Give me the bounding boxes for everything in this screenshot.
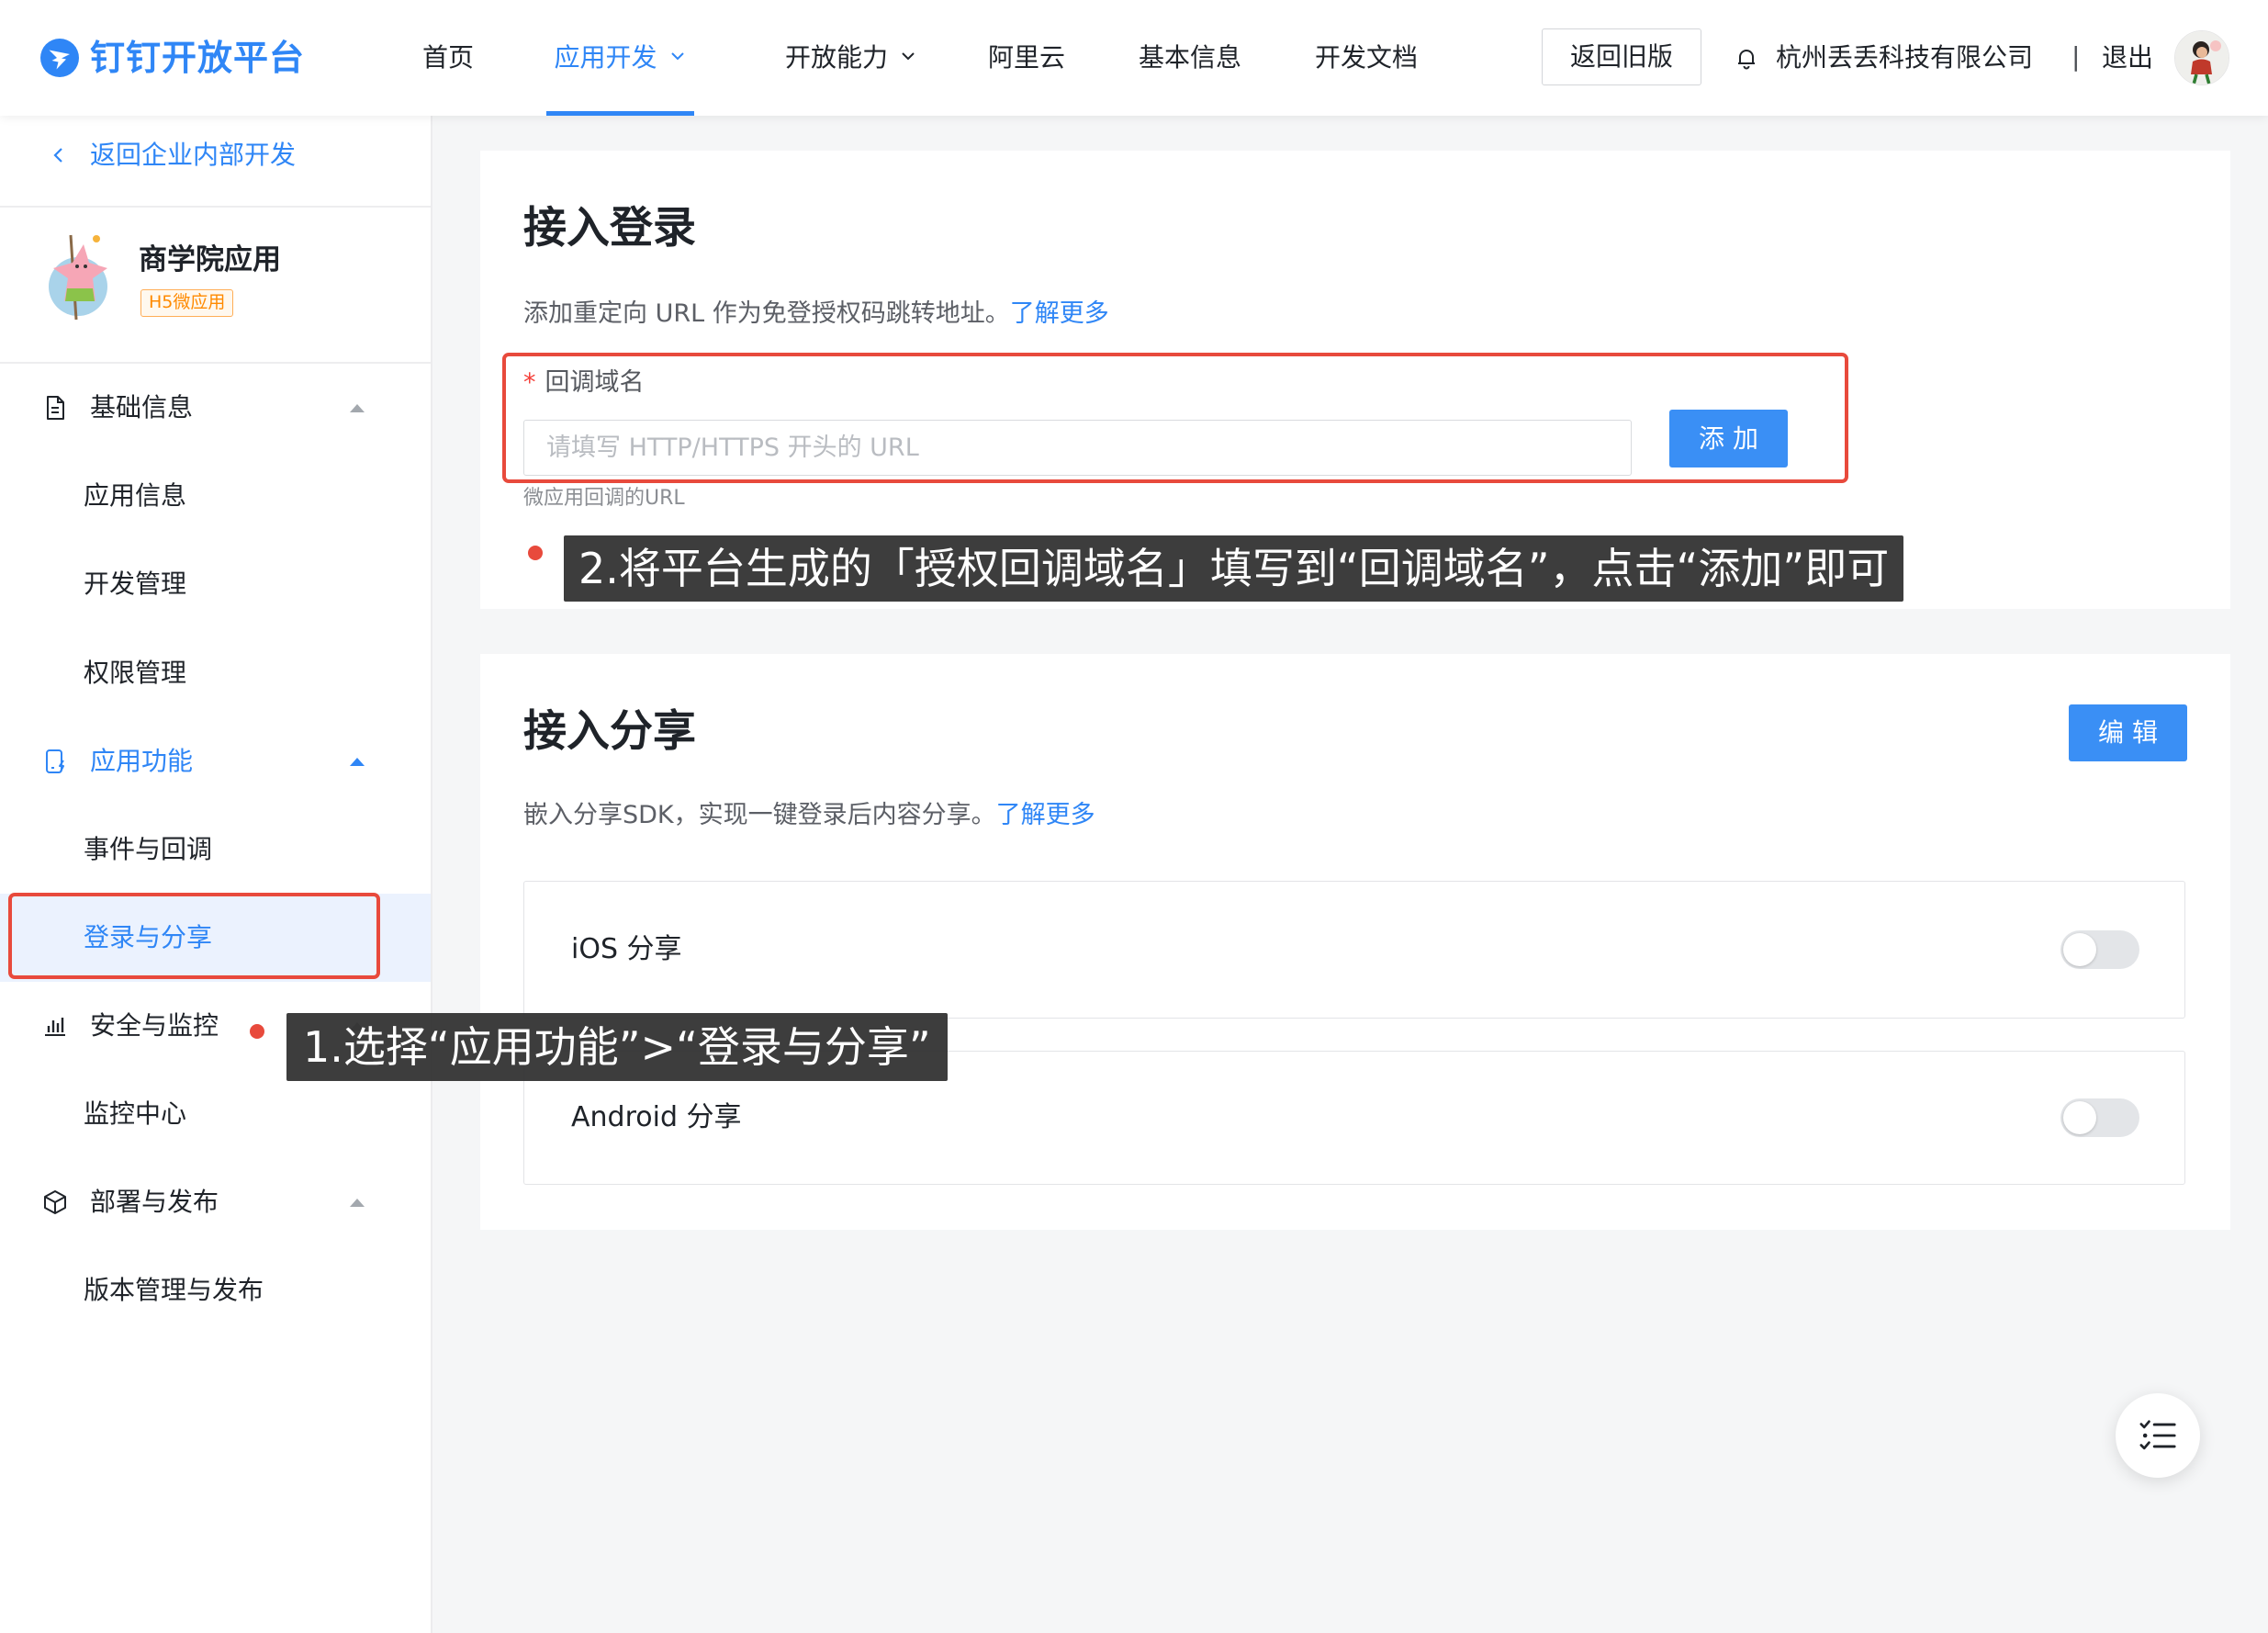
- card-title: 接入登录: [523, 203, 696, 253]
- chevron-down-icon: [668, 47, 687, 65]
- nav-app-development[interactable]: 应用开发: [546, 0, 694, 116]
- nav-label: 开发文档: [1315, 42, 1419, 73]
- description-text: 添加重定向 URL 作为免登授权码跳转地址。: [523, 299, 1010, 328]
- bell-icon[interactable]: [1734, 45, 1759, 71]
- app-type-badge: H5微应用: [140, 289, 234, 317]
- sidebar-group-basic-info[interactable]: 基础信息: [0, 364, 431, 452]
- edit-button[interactable]: 编 辑: [2069, 704, 2187, 761]
- sidebar-item-permission-management[interactable]: 权限管理: [0, 629, 431, 717]
- annotation-dot: [528, 546, 543, 560]
- nav-label: 首页: [422, 42, 475, 73]
- add-button[interactable]: 添 加: [1669, 410, 1788, 467]
- sidebar-group-label: 基础信息: [90, 392, 194, 422]
- toggle-knob: [2063, 1101, 2096, 1134]
- floating-checklist-button[interactable]: [2116, 1393, 2200, 1478]
- sidebar-group-label: 部署与发布: [90, 1187, 219, 1217]
- nav-basic-info[interactable]: 基本信息: [1139, 0, 1241, 116]
- nav-label: 应用开发: [554, 42, 657, 73]
- toggle-knob: [2063, 933, 2096, 966]
- sidebar-item-label: 监控中心: [84, 1098, 187, 1129]
- bar-chart-icon: [41, 1012, 69, 1040]
- device-bolt-icon: [41, 748, 69, 775]
- annotation-dot: [250, 1024, 264, 1039]
- annotation-step-2: 2.将平台生成的「授权回调域名」填写到“回调域名”，点击“添加”即可: [564, 535, 1904, 602]
- sidebar-group-label: 安全与监控: [90, 1010, 219, 1041]
- nav-home[interactable]: 首页: [422, 0, 474, 116]
- app-name: 商学院应用: [139, 243, 281, 276]
- sidebar: 返回企业内部开发 商学院应用 H5微应用 基础信息 应用信息 开发管理 权限管理: [0, 116, 432, 1633]
- sidebar-item-label: 开发管理: [84, 569, 187, 599]
- chevron-left-icon: [49, 145, 69, 165]
- description-text: 嵌入分享SDK，实现一键登录后内容分享。: [523, 801, 996, 829]
- annotation-step-1: 1.选择“应用功能”>“登录与分享”: [286, 1013, 948, 1081]
- caret-up-icon: [349, 757, 365, 767]
- ios-share-option: iOS 分享: [523, 881, 2185, 1019]
- share-integration-card: 接入分享 编 辑 嵌入分享SDK，实现一键登录后内容分享。了解更多 iOS 分享…: [480, 654, 2230, 1230]
- sidebar-item-label: 权限管理: [84, 658, 187, 688]
- sidebar-group-deploy-release[interactable]: 部署与发布: [0, 1158, 431, 1246]
- sidebar-item-version-release[interactable]: 版本管理与发布: [0, 1246, 431, 1335]
- learn-more-link[interactable]: 了解更多: [996, 801, 1095, 829]
- sidebar-item-monitoring-center[interactable]: 监控中心: [0, 1070, 431, 1158]
- top-header: 钉钉开放平台 首页 应用开发 开放能力 阿里云 基本信息 开发文档 返回旧版 杭…: [0, 0, 2268, 116]
- sidebar-item-dev-management[interactable]: 开发管理: [0, 540, 431, 628]
- option-label: iOS 分享: [571, 933, 682, 965]
- required-mark: *: [523, 368, 536, 397]
- sidebar-item-events-callbacks[interactable]: 事件与回调: [0, 805, 431, 894]
- header-separator: |: [2072, 41, 2081, 72]
- nav-label: 开放能力: [785, 42, 889, 73]
- caret-up-icon: [349, 1198, 365, 1208]
- logout-link[interactable]: 退出: [2102, 0, 2153, 116]
- dingtalk-logo-icon: [40, 39, 79, 77]
- ios-share-toggle[interactable]: [2060, 930, 2139, 969]
- logo-text: 钉钉开放平台: [90, 38, 306, 78]
- field-label-text: 回调域名: [545, 368, 645, 397]
- nav-aliyun[interactable]: 阿里云: [988, 0, 1065, 116]
- sidebar-item-label: 登录与分享: [84, 922, 213, 952]
- sidebar-item-label: 应用信息: [84, 480, 187, 511]
- sidebar-item-app-info[interactable]: 应用信息: [0, 452, 431, 540]
- sidebar-divider: [0, 206, 431, 208]
- sidebar-item-label: 版本管理与发布: [84, 1275, 264, 1305]
- nav-open-capabilities[interactable]: 开放能力: [785, 0, 917, 116]
- platform-logo[interactable]: 钉钉开放平台: [40, 0, 316, 116]
- nav-label: 基本信息: [1139, 42, 1242, 73]
- card-description: 嵌入分享SDK，实现一键登录后内容分享。了解更多: [523, 797, 1095, 834]
- company-name[interactable]: 杭州丢丢科技有限公司: [1776, 0, 2033, 116]
- card-title: 接入分享: [523, 706, 696, 757]
- android-share-toggle[interactable]: [2060, 1098, 2139, 1137]
- nav-label: 阿里云: [988, 42, 1066, 73]
- chevron-down-icon: [899, 47, 917, 65]
- nav-dev-docs[interactable]: 开发文档: [1315, 0, 1418, 116]
- callback-domain-input[interactable]: [523, 420, 1632, 476]
- cube-icon: [41, 1188, 69, 1216]
- back-to-internal-dev-link[interactable]: 返回企业内部开发: [0, 128, 431, 183]
- checklist-icon: [2139, 1420, 2176, 1450]
- user-avatar[interactable]: [2174, 30, 2229, 85]
- learn-more-link[interactable]: 了解更多: [1010, 299, 1109, 328]
- caret-up-icon: [349, 403, 365, 413]
- sidebar-group-app-features[interactable]: 应用功能: [0, 717, 431, 805]
- app-avatar: [43, 231, 117, 323]
- document-icon: [41, 394, 69, 422]
- old-version-button[interactable]: 返回旧版: [1542, 28, 1701, 85]
- active-nav-underline: [546, 111, 694, 116]
- sidebar-item-login-share[interactable]: 登录与分享: [0, 894, 431, 982]
- sidebar-item-label: 事件与回调: [84, 834, 213, 864]
- helper-text: 微应用回调的URL: [523, 487, 685, 510]
- card-description: 添加重定向 URL 作为免登授权码跳转地址。了解更多: [523, 296, 1109, 332]
- back-link-label: 返回企业内部开发: [90, 140, 297, 170]
- callback-domain-label: * 回调域名: [523, 365, 645, 401]
- sidebar-group-label: 应用功能: [90, 746, 194, 776]
